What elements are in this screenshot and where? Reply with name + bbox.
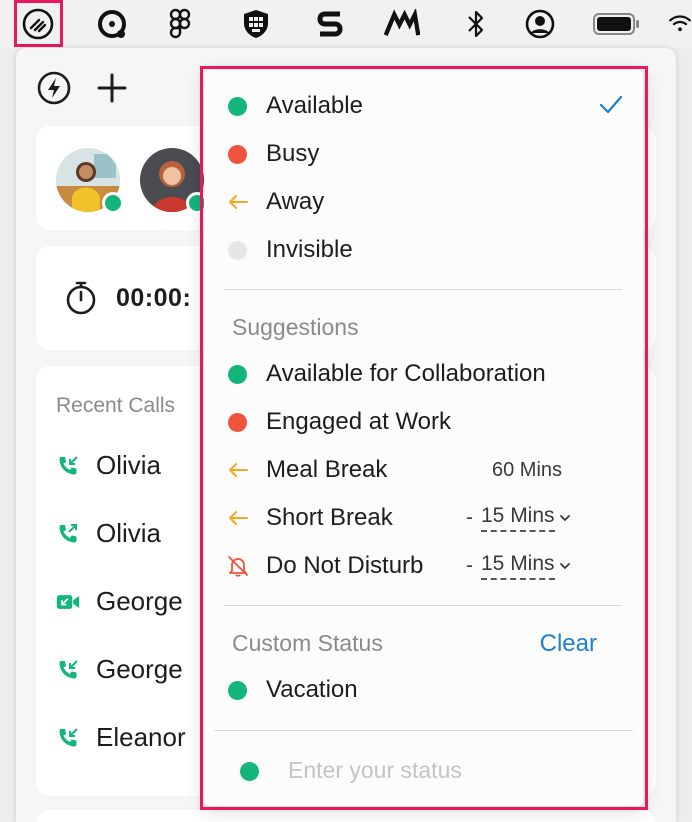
arrow-left-icon (226, 190, 250, 214)
invisible-status-dot (228, 240, 247, 260)
status-label: Vacation (266, 676, 358, 703)
chevron-down-icon (559, 513, 571, 523)
caller-name: Olivia (96, 518, 162, 548)
available-status-dot (228, 680, 247, 700)
menubar-app-highlight (14, 0, 63, 47)
duration-label: 60 Mins (492, 458, 563, 481)
suggestion-short-break[interactable]: Short Break - 15 Mins (204, 496, 643, 540)
status-dropdown: Available Busy Away Invisible Suggestion… (204, 70, 643, 806)
arrow-left-icon (226, 458, 250, 482)
battery-icon[interactable] (592, 6, 642, 42)
checkmark-icon (599, 95, 623, 120)
duration-select[interactable]: - 15 Mins (466, 552, 571, 580)
outgoing-call-icon (56, 522, 80, 546)
status-label: Available (266, 92, 363, 119)
status-label: Do Not Disturb (266, 552, 424, 579)
chevron-down-icon (559, 561, 571, 571)
wifi-icon[interactable] (668, 6, 692, 42)
recent-call-row[interactable]: Olivia (56, 450, 161, 481)
caller-name: George (96, 654, 183, 684)
add-button[interactable] (94, 70, 130, 106)
clear-button[interactable]: Clear (540, 630, 597, 658)
caller-name: Olivia (96, 450, 162, 480)
bottom-card (36, 810, 656, 822)
top-actions (36, 70, 130, 106)
busy-status-dot (228, 144, 247, 164)
custom-status-vacation[interactable]: Vacation (204, 668, 643, 712)
stopwatch-icon (66, 281, 96, 315)
online-status-dot (102, 192, 124, 214)
status-label: Engaged at Work (266, 408, 452, 435)
caller-name: Eleanor (96, 722, 186, 752)
avatar[interactable] (140, 148, 208, 214)
avatar[interactable] (56, 148, 124, 214)
incoming-call-icon (56, 454, 80, 478)
quick-action-button[interactable] (36, 70, 72, 106)
status-label: Busy (266, 140, 320, 167)
duration-select[interactable]: - 15 Mins (466, 504, 571, 532)
status-option-away[interactable]: Away (204, 180, 643, 224)
available-status-dot[interactable] (240, 762, 259, 781)
video-call-icon (56, 590, 80, 614)
status-label: Away (266, 188, 325, 215)
divider (224, 605, 622, 606)
suggestion-engaged-at-work[interactable]: Engaged at Work (204, 400, 643, 444)
recent-call-row[interactable]: George (56, 654, 183, 685)
suggestions-title: Suggestions (232, 314, 359, 340)
recent-call-row[interactable]: Olivia (56, 518, 161, 549)
incoming-call-icon (56, 658, 80, 682)
custom-status-title: Custom Status (232, 630, 383, 656)
bell-off-icon (226, 554, 250, 578)
recent-call-row[interactable]: Eleanor (56, 722, 186, 753)
timer-value: 00:00: (116, 283, 192, 312)
status-option-invisible[interactable]: Invisible (204, 228, 643, 272)
lightning-icon (37, 71, 71, 105)
status-option-busy[interactable]: Busy (204, 132, 643, 176)
divider (224, 289, 622, 290)
plus-icon (97, 73, 127, 103)
arrow-left-icon (226, 506, 250, 530)
available-status-dot (228, 364, 247, 384)
duration-dash: - (466, 506, 473, 529)
s-app-icon[interactable] (312, 6, 348, 42)
busy-status-dot (228, 412, 247, 432)
duration-dash: - (466, 554, 473, 577)
duration-value: 15 Mins (481, 504, 555, 532)
recent-calls-title: Recent Calls (56, 394, 176, 417)
available-status-dot (228, 96, 247, 116)
sync-icon[interactable] (94, 6, 130, 42)
bluetooth-icon[interactable] (458, 6, 494, 42)
user-account-icon[interactable] (522, 6, 558, 42)
custom-status-input-row (214, 730, 633, 796)
suggestion-available-for-collaboration[interactable]: Available for Collaboration (204, 352, 643, 396)
custom-status-input[interactable] (288, 753, 618, 787)
menu-bar (0, 0, 692, 48)
figma-icon[interactable] (162, 6, 198, 42)
m-app-icon[interactable] (384, 6, 420, 42)
suggestion-do-not-disturb[interactable]: Do Not Disturb - 15 Mins (204, 544, 643, 588)
duration-value: 15 Mins (481, 552, 555, 580)
status-label: Invisible (266, 236, 353, 263)
recent-call-row[interactable]: George (56, 586, 183, 617)
status-option-available[interactable]: Available (204, 84, 643, 128)
suggestion-meal-break[interactable]: Meal Break 60 Mins (204, 448, 643, 492)
shield-icon[interactable] (238, 6, 274, 42)
status-label: Short Break (266, 504, 393, 531)
status-label: Available for Collaboration (266, 360, 546, 387)
incoming-call-icon (56, 726, 80, 750)
caller-name: George (96, 586, 183, 616)
status-label: Meal Break (266, 456, 388, 483)
